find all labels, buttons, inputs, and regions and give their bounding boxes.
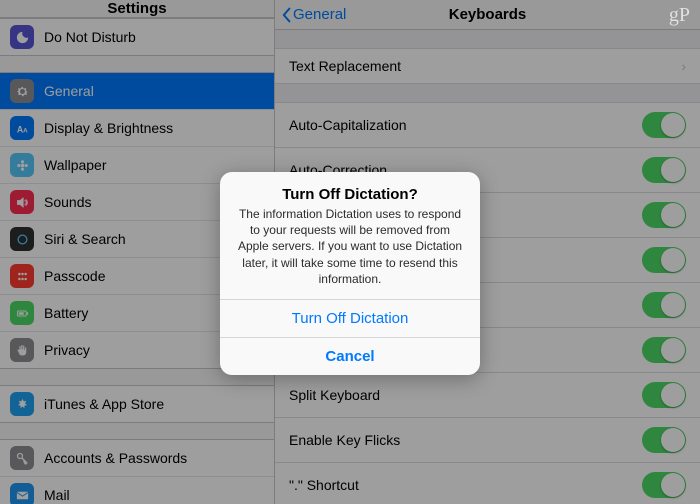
chevron-right-icon: › — [681, 58, 686, 74]
speaker-icon — [10, 190, 34, 214]
back-label: General — [293, 6, 346, 23]
detail-header: General Keyboards — [275, 0, 700, 30]
alert-message: The information Dictation uses to respon… — [236, 206, 464, 287]
row-label: Enable Key Flicks — [289, 432, 400, 448]
sidebar-item-label: Wallpaper — [44, 157, 107, 173]
hand-icon — [10, 338, 34, 362]
text-size-icon: AA — [10, 116, 34, 140]
alert-cancel-button[interactable]: Cancel — [220, 337, 480, 375]
sidebar-item-label: Do Not Disturb — [44, 29, 136, 45]
alert-title: Turn Off Dictation? — [236, 186, 464, 203]
sidebar-item-label: Siri & Search — [44, 231, 126, 247]
sidebar-item-label: Privacy — [44, 342, 90, 358]
sidebar-item-label: Mail — [44, 487, 70, 503]
toggle[interactable] — [642, 292, 686, 318]
svg-text:A: A — [23, 127, 28, 134]
row-shortcut: "." Shortcut — [275, 463, 700, 504]
toggle[interactable] — [642, 247, 686, 273]
passcode-icon — [10, 264, 34, 288]
sidebar-item-appstore[interactable]: iTunes & App Store — [0, 386, 274, 422]
sidebar-item-label: Battery — [44, 305, 88, 321]
sidebar-item-label: iTunes & App Store — [44, 396, 164, 412]
toggle-auto-correction[interactable] — [642, 157, 686, 183]
toggle-split-keyboard[interactable] — [642, 382, 686, 408]
appstore-icon — [10, 392, 34, 416]
row-label: "." Shortcut — [289, 477, 359, 493]
sidebar-title: Settings — [107, 0, 166, 17]
sidebar-item-label: Sounds — [44, 194, 91, 210]
toggle-shortcut[interactable] — [642, 472, 686, 498]
sidebar-item-label: Accounts & Passwords — [44, 450, 187, 466]
row-enable-key-flicks: Enable Key Flicks — [275, 418, 700, 463]
flower-icon — [10, 153, 34, 177]
sidebar-item-label: Passcode — [44, 268, 105, 284]
gear-icon — [10, 79, 34, 103]
sidebar-item-general[interactable]: General — [0, 73, 274, 110]
sidebar-header: Settings — [0, 0, 274, 18]
toggle-key-flicks[interactable] — [642, 427, 686, 453]
moon-icon — [10, 25, 34, 49]
toggle-auto-capitalization[interactable] — [642, 112, 686, 138]
key-icon — [10, 446, 34, 470]
row-split-keyboard: Split Keyboard — [275, 373, 700, 418]
alert-confirm-button[interactable]: Turn Off Dictation — [220, 299, 480, 337]
mail-icon — [10, 483, 34, 504]
row-label: Split Keyboard — [289, 387, 380, 403]
sidebar-item-do-not-disturb[interactable]: Do Not Disturb — [0, 19, 274, 55]
sidebar-item-mail[interactable]: Mail — [0, 477, 274, 504]
chevron-left-icon — [281, 7, 293, 23]
back-button[interactable]: General — [281, 6, 346, 23]
confirm-alert: Turn Off Dictation? The information Dict… — [220, 172, 480, 375]
sidebar-item-label: General — [44, 83, 94, 99]
sidebar-item-label: Display & Brightness — [44, 120, 173, 136]
sidebar-item-accounts[interactable]: Accounts & Passwords — [0, 440, 274, 477]
toggle[interactable] — [642, 337, 686, 363]
row-label: Text Replacement — [289, 58, 401, 74]
row-label: Auto-Capitalization — [289, 117, 407, 133]
siri-icon — [10, 227, 34, 251]
toggle[interactable] — [642, 202, 686, 228]
row-text-replacement[interactable]: Text Replacement › — [275, 49, 700, 84]
row-auto-capitalization: Auto-Capitalization — [275, 103, 700, 148]
sidebar-item-display[interactable]: AA Display & Brightness — [0, 110, 274, 147]
battery-icon — [10, 301, 34, 325]
